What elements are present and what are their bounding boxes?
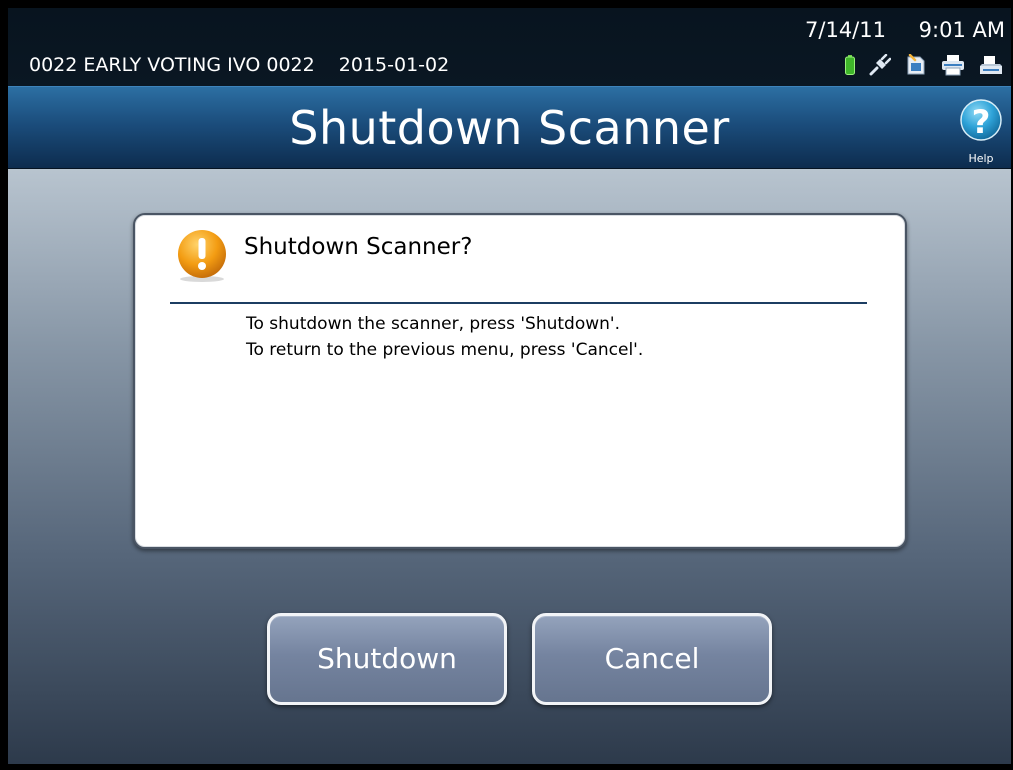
precinct-label: 0022 EARLY VOTING IVO 0022 — [29, 54, 315, 76]
page-title: Shutdown Scanner — [289, 101, 730, 155]
power-plug-icon — [869, 54, 891, 76]
dialog-message-line: To shutdown the scanner, press 'Shutdown… — [246, 314, 620, 334]
printer-icon — [941, 54, 965, 76]
time: 9:01 AM — [918, 18, 1005, 42]
title-bar: Shutdown Scanner ? Help — [8, 86, 1011, 170]
status-icons — [845, 54, 1003, 76]
dialog-divider — [170, 302, 867, 304]
confirm-dialog: Shutdown Scanner? To shutdown the scanne… — [133, 213, 907, 549]
date: 7/14/11 — [805, 18, 886, 42]
help-button[interactable]: ? Help — [959, 93, 1003, 167]
help-label: Help — [968, 152, 994, 165]
cancel-button[interactable]: Cancel — [532, 613, 772, 705]
dialog-title: Shutdown Scanner? — [244, 234, 473, 260]
warning-icon — [176, 229, 230, 287]
battery-icon — [845, 55, 855, 75]
dialog-message-line: To return to the previous menu, press 'C… — [246, 340, 644, 360]
datetime: 7/14/11 9:01 AM — [805, 18, 1005, 42]
election-date: 2015-01-02 — [338, 54, 450, 76]
shutdown-button[interactable]: Shutdown — [267, 613, 507, 705]
memory-card-icon — [905, 54, 927, 76]
scanner-icon — [979, 54, 1003, 76]
main-area: Shutdown Scanner? To shutdown the scanne… — [8, 169, 1011, 764]
election-info: 0022 EARLY VOTING IVO 0022 2015-01-02 — [29, 54, 467, 76]
status-bar: 0022 EARLY VOTING IVO 0022 2015-01-02 7/… — [8, 8, 1011, 86]
svg-text:?: ? — [972, 103, 991, 141]
scanner-screen: 0022 EARLY VOTING IVO 0022 2015-01-02 7/… — [8, 8, 1011, 764]
